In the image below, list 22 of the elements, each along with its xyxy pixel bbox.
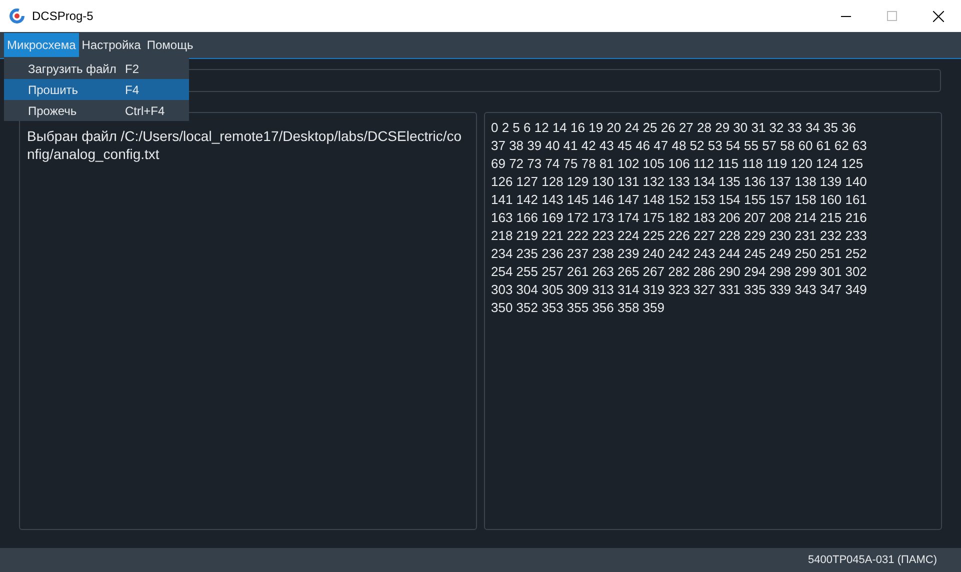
dropdown-item[interactable]: Прошить F4 xyxy=(4,79,189,100)
number-list-line: 303 304 305 309 313 314 319 323 327 331 335 339 343 347 349 xyxy=(491,281,868,299)
file-path-text: Выбран файл /C:/Users/local_remote17/Desktop/labs/DCSElectric/config/analog_config.txt xyxy=(27,127,463,163)
close-icon xyxy=(932,10,944,22)
app-logo-icon xyxy=(9,8,25,24)
menu-item[interactable]: Настройка xyxy=(78,33,144,57)
window-title: DCSProg-5 xyxy=(32,8,94,25)
number-list-line: 350 352 353 355 356 358 359 xyxy=(491,299,666,317)
maximize-icon xyxy=(887,11,897,21)
dropdown-item[interactable]: Прожечь Ctrl+F4 xyxy=(4,100,189,121)
number-list-line: 37 38 39 40 41 42 43 45 46 47 48 52 53 54 55 57 58 60 61 62 63 xyxy=(491,137,868,155)
number-list-line: 254 255 257 261 263 265 267 282 286 290 294 298 299 301 302 xyxy=(491,263,868,281)
number-list-line: 141 142 143 145 146 147 148 152 153 154 155 157 158 160 161 xyxy=(491,191,868,209)
number-list-line: 0 2 5 6 12 14 16 19 20 24 25 26 27 28 29 30 31 32 33 34 35 36 xyxy=(491,119,858,137)
status-text: 5400TP045A-031 (ПАМС) xyxy=(808,552,937,568)
number-list-line: 218 219 221 222 223 224 225 226 227 228 229 230 231 232 233 xyxy=(491,227,868,245)
number-list-line: 126 127 128 129 130 131 132 133 134 135 136 137 138 139 140 xyxy=(491,173,868,191)
number-list-line: 234 235 236 237 238 239 240 242 243 244 245 249 250 251 252 xyxy=(491,245,868,263)
number-list-line: 163 166 169 172 173 174 175 182 183 206 207 208 214 215 216 xyxy=(491,209,868,227)
dropdown-item[interactable]: Загрузить файл F2 xyxy=(4,58,189,79)
menu-item[interactable]: Помощь xyxy=(144,33,196,57)
number-list-line: 69 72 73 74 75 78 81 102 105 106 112 115 118 119 120 124 125 xyxy=(491,155,864,173)
